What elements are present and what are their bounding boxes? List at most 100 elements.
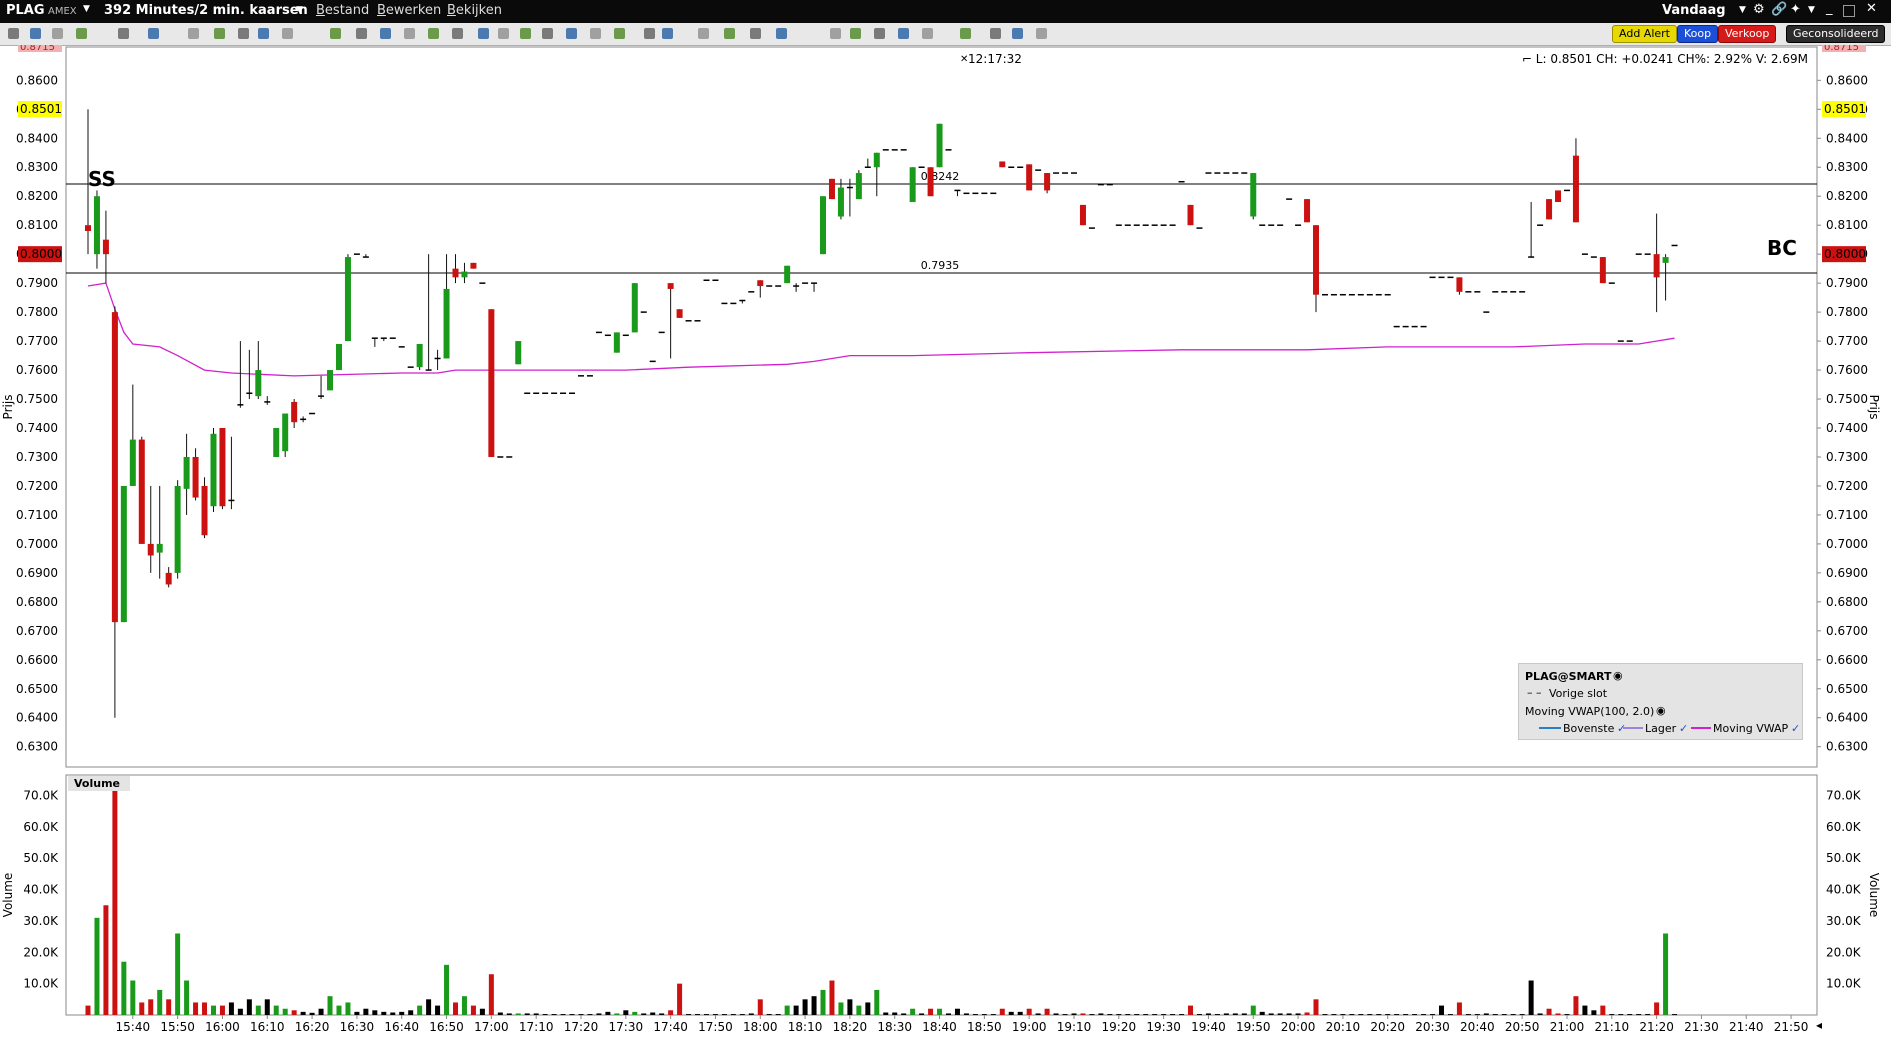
link-icon[interactable]: 🔗 bbox=[1771, 2, 1787, 17]
toolbar-zoom-in-icon[interactable] bbox=[238, 28, 249, 39]
candle[interactable] bbox=[954, 189, 961, 197]
candle[interactable] bbox=[936, 123, 943, 168]
legend-lower-check-icon[interactable]: ✓ bbox=[1679, 722, 1688, 735]
candle[interactable] bbox=[255, 341, 262, 400]
close-icon[interactable]: ✕ bbox=[1866, 1, 1877, 16]
candle[interactable] bbox=[201, 477, 208, 539]
legend-vwap-check-icon[interactable]: ✓ bbox=[1791, 722, 1800, 735]
toolbar-crosshair-icon[interactable] bbox=[8, 28, 19, 39]
candle[interactable] bbox=[120, 485, 127, 623]
candle[interactable] bbox=[1653, 213, 1660, 313]
toolbar-crosshair-icon[interactable] bbox=[452, 28, 463, 39]
gear-icon[interactable]: ⚙ bbox=[1753, 2, 1765, 17]
toolbar-chart-type-icon[interactable] bbox=[542, 28, 553, 39]
toolbar-settings-icon[interactable] bbox=[428, 28, 439, 39]
candle[interactable] bbox=[1187, 204, 1194, 226]
candle[interactable] bbox=[237, 341, 244, 408]
toolbar-fib-icon[interactable] bbox=[590, 28, 601, 39]
price-chart[interactable]: 0.86000.86000.85000.85000.84000.84000.83… bbox=[0, 45, 1891, 1039]
candle[interactable] bbox=[327, 370, 334, 391]
buy-button[interactable]: Koop bbox=[1677, 25, 1719, 43]
toolbar-fit-icon[interactable] bbox=[698, 28, 709, 39]
toolbar-text-icon[interactable] bbox=[776, 28, 787, 39]
menu-bewerken[interactable]: Bewerken bbox=[377, 3, 441, 18]
candle[interactable] bbox=[174, 480, 181, 579]
toolbar-camera-icon[interactable] bbox=[498, 28, 509, 39]
candle[interactable] bbox=[102, 210, 109, 284]
candle[interactable] bbox=[631, 283, 638, 333]
candle[interactable] bbox=[1026, 164, 1033, 191]
candle[interactable] bbox=[219, 428, 226, 510]
toolbar-zoom-out-icon[interactable] bbox=[662, 28, 673, 39]
candle[interactable] bbox=[1599, 257, 1606, 284]
candle[interactable] bbox=[443, 254, 450, 359]
toolbar-draw-line-icon[interactable] bbox=[1012, 28, 1023, 39]
toolbar-chart-type-icon[interactable] bbox=[118, 28, 129, 39]
candle[interactable] bbox=[999, 161, 1006, 168]
candle[interactable] bbox=[165, 567, 172, 588]
candle[interactable] bbox=[318, 375, 325, 400]
scroll-right-icon[interactable]: ◂ bbox=[1816, 1018, 1822, 1032]
toolbar-fib-icon[interactable] bbox=[1036, 28, 1047, 39]
toolbar-fib-icon[interactable] bbox=[188, 28, 199, 39]
candle[interactable] bbox=[793, 283, 800, 292]
toolbar-chart-type-icon[interactable] bbox=[990, 28, 1001, 39]
candle[interactable] bbox=[111, 306, 118, 718]
candle[interactable] bbox=[156, 485, 163, 579]
candle[interactable] bbox=[264, 396, 271, 405]
candle[interactable] bbox=[282, 413, 289, 457]
candle[interactable] bbox=[273, 428, 280, 457]
exchange-label[interactable]: AMEX bbox=[48, 6, 77, 17]
toolbar-ruler-icon[interactable] bbox=[330, 28, 341, 39]
symbol-label[interactable]: PLAG bbox=[6, 3, 45, 18]
candle[interactable] bbox=[416, 343, 423, 371]
legend-indicator[interactable]: Moving VWAP(100, 2.0) bbox=[1525, 705, 1654, 718]
candle[interactable] bbox=[380, 337, 387, 342]
consolidated-button[interactable]: Geconsolideerd bbox=[1786, 25, 1886, 43]
candle[interactable] bbox=[1572, 138, 1579, 223]
candle[interactable] bbox=[873, 152, 880, 197]
candle[interactable] bbox=[335, 343, 342, 371]
toolbar-camera-icon[interactable] bbox=[922, 28, 933, 39]
toolbar-undo-icon[interactable] bbox=[960, 28, 971, 39]
candle[interactable] bbox=[425, 254, 432, 371]
window-menu-icon[interactable]: ▼ bbox=[1808, 5, 1815, 15]
candle[interactable] bbox=[138, 436, 145, 544]
candle[interactable] bbox=[739, 299, 746, 304]
candle[interactable] bbox=[344, 254, 351, 342]
toolbar-candle-icon[interactable] bbox=[614, 28, 625, 39]
candle[interactable] bbox=[757, 280, 764, 298]
toolbar-crosshair-icon[interactable] bbox=[874, 28, 885, 39]
toolbar-settings-icon[interactable] bbox=[850, 28, 861, 39]
candle[interactable] bbox=[855, 170, 862, 200]
candle[interactable] bbox=[183, 433, 190, 515]
minimize-icon[interactable]: _ bbox=[1826, 1, 1833, 16]
toolbar-fit-icon[interactable] bbox=[282, 28, 293, 39]
candle[interactable] bbox=[1662, 254, 1669, 301]
sell-button[interactable]: Verkoop bbox=[1718, 25, 1777, 43]
toolbar-ruler-icon[interactable] bbox=[724, 28, 735, 39]
candle[interactable] bbox=[291, 399, 298, 429]
toolbar-pencil-icon[interactable] bbox=[356, 28, 367, 39]
candle[interactable] bbox=[828, 178, 835, 200]
toolbar-print-icon[interactable] bbox=[30, 28, 41, 39]
candle[interactable] bbox=[488, 309, 495, 457]
toolbar-pencil-icon[interactable] bbox=[750, 28, 761, 39]
toolbar-print-icon[interactable] bbox=[478, 28, 489, 39]
menu-bekijken[interactable]: Bekijken bbox=[447, 3, 502, 18]
toolbar-draw-line-icon[interactable] bbox=[566, 28, 577, 39]
candle[interactable] bbox=[371, 337, 378, 347]
candle[interactable] bbox=[1079, 204, 1086, 226]
symbol-dropdown-icon[interactable]: ▼ bbox=[83, 4, 90, 14]
candle[interactable] bbox=[864, 158, 871, 168]
candle[interactable] bbox=[784, 265, 791, 284]
candle[interactable] bbox=[300, 416, 307, 423]
toolbar-draw-line-icon[interactable] bbox=[148, 28, 159, 39]
candle[interactable] bbox=[613, 332, 620, 353]
period-dropdown-icon[interactable]: ▼ bbox=[296, 5, 303, 15]
candle[interactable] bbox=[1304, 199, 1311, 223]
candle[interactable] bbox=[515, 341, 522, 365]
candle[interactable] bbox=[1044, 173, 1051, 194]
menu-bestand[interactable]: Bestand bbox=[316, 3, 369, 18]
toolbar-undo-icon[interactable] bbox=[520, 28, 531, 39]
